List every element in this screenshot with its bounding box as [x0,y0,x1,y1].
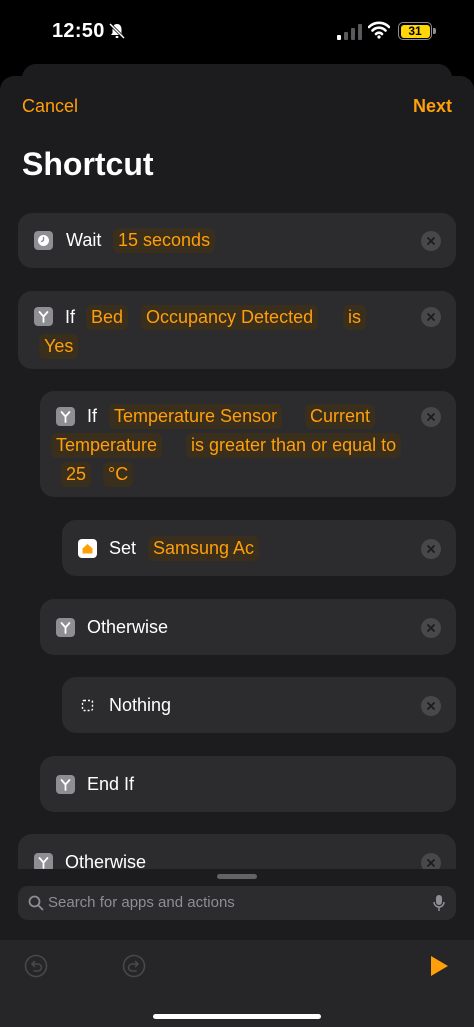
samsung-ac-token[interactable]: Samsung Ac [148,536,260,561]
search-placeholder: Search for apps and actions [48,894,235,911]
mic-icon[interactable] [432,894,446,912]
wifi-icon [368,21,390,39]
panel-grabber[interactable] [217,874,257,879]
set-keyword: Set [109,538,137,558]
nothing-keyword: Nothing [109,695,172,715]
bell-slash-icon [108,22,126,40]
wait-duration-token[interactable]: 15 seconds [113,228,216,253]
home-indicator [153,1014,321,1019]
battery-indicator: 31 [398,22,432,40]
comparison-token[interactable]: is greater than or equal to [186,433,402,458]
next-button[interactable]: Next [413,96,452,117]
if-temperature-action[interactable]: If Temperature Sensor Current Temperatur… [40,391,456,497]
home-icon [78,539,97,558]
clear-icon[interactable] [421,407,441,427]
temperature-token[interactable]: Temperature [51,433,163,458]
search-input[interactable]: Search for apps and actions [18,886,456,920]
clear-icon[interactable] [421,307,441,327]
status-time: 12:50 [52,20,105,42]
clear-icon[interactable] [421,539,441,559]
otherwise-action[interactable]: Otherwise [40,599,456,655]
unit-token[interactable]: °C [103,462,134,487]
temperature-sensor-token[interactable]: Temperature Sensor [109,404,283,429]
undo-icon[interactable] [24,954,48,978]
yes-token[interactable]: Yes [39,334,79,359]
clear-icon[interactable] [421,618,441,638]
branch-icon [34,307,53,326]
end-if-keyword: End If [87,774,135,794]
wait-action[interactable]: Wait 15 seconds [18,213,456,268]
occupancy-detected-token[interactable]: Occupancy Detected [141,305,319,330]
page-title: Shortcut [22,146,154,182]
current-token[interactable]: Current [305,404,376,429]
cancel-button[interactable]: Cancel [22,96,78,117]
dashed-square-icon [78,696,97,715]
editor-toolbar [0,940,474,1027]
shortcut-editor-sheet: Cancel Next Shortcut Wait 15 seconds If … [0,76,474,1027]
wait-keyword: Wait [66,230,102,250]
clear-icon[interactable] [421,696,441,716]
end-if-action[interactable]: End If [40,756,456,812]
search-icon [28,895,44,911]
if-keyword: If [87,406,98,426]
redo-icon[interactable] [122,954,146,978]
nothing-action[interactable]: Nothing [62,677,456,733]
status-bar: 12:50 31 [0,0,474,62]
clock-icon [34,231,53,250]
branch-icon [56,775,75,794]
clear-icon[interactable] [421,231,441,251]
battery-nub [433,28,436,34]
branch-icon [56,407,75,426]
if-bed-action[interactable]: If Bed Occupancy Detected is Yes [18,291,456,369]
otherwise-keyword: Otherwise [87,617,169,637]
is-token[interactable]: is [343,305,366,330]
if-keyword: If [65,307,76,327]
battery-level: 31 [400,24,430,38]
bed-token[interactable]: Bed [86,305,129,330]
branch-icon [56,618,75,637]
play-icon[interactable] [428,954,450,978]
signal-icon [337,24,362,40]
set-device-action[interactable]: Set Samsung Ac [62,520,456,576]
threshold-token[interactable]: 25 [61,462,92,487]
